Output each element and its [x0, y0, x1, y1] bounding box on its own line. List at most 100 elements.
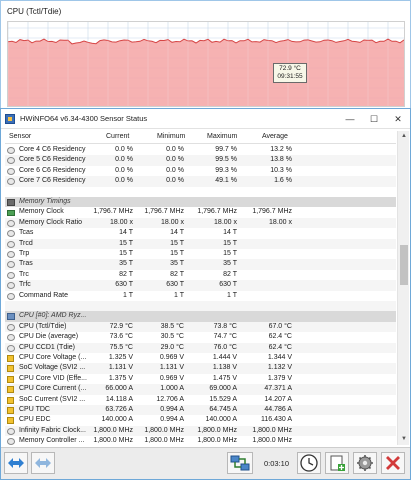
- current-value: 1,800.0 MHz: [93, 437, 133, 445]
- navigate-arrows-button[interactable]: [4, 452, 28, 474]
- scroll-up-icon[interactable]: ▲: [398, 131, 410, 142]
- sensor-row[interactable]: Trp 15 T 15 T 15 T: [5, 249, 396, 259]
- average-value: 62.4 °C: [268, 343, 292, 351]
- current-value: 140.000 A: [101, 416, 133, 424]
- sensor-row[interactable]: Trcd 15 T 15 T 15 T: [5, 238, 396, 249]
- maximum-value: 15 T: [223, 239, 237, 247]
- current-value: 0.0 %: [115, 177, 133, 185]
- header-average[interactable]: Average: [262, 133, 288, 140]
- graph-window[interactable]: CPU (Tctl/Tdie) 72.9 °C 09:31:55: [0, 0, 411, 110]
- vertical-scrollbar[interactable]: ▲ ▼: [397, 131, 409, 445]
- average-value: 13.8 %: [270, 156, 292, 164]
- maximum-value: 1,800.0 MHz: [197, 437, 237, 445]
- grp-cpu-icon: [7, 313, 15, 321]
- scroll-thumb[interactable]: [400, 245, 408, 285]
- sensor-row[interactable]: CPU TDC 63.726 A 0.994 A 64.745 A 44.786 A: [5, 405, 396, 416]
- sensor-row[interactable]: Command Rate 1 T1 T1 T: [5, 291, 396, 301]
- sensor-row[interactable]: Trc 82 T 82 T 82 T: [5, 270, 396, 280]
- maximum-value: 74.7 °C: [213, 333, 237, 341]
- header-maximum[interactable]: Maximum: [207, 133, 237, 140]
- sensor-group-row[interactable]: Memory Timings: [5, 197, 396, 208]
- circle-icon: [7, 282, 15, 290]
- scroll-down-icon[interactable]: ▼: [398, 434, 410, 445]
- maximum-value: 76.0 °C: [213, 343, 237, 351]
- average-value: 14.207 A: [264, 395, 292, 403]
- average-value: 1.6 %: [274, 177, 292, 185]
- header-minimum[interactable]: Minimum: [157, 133, 185, 140]
- clock-icon: [300, 454, 318, 472]
- cpu-icon: [7, 355, 14, 362]
- elapsed-time: 0:03:10: [264, 459, 290, 468]
- add-report-button[interactable]: [325, 452, 349, 474]
- sensor-row[interactable]: Tcas 14 T 14 T 14 T: [5, 228, 396, 238]
- sensor-row[interactable]: CPU Die (average) 73.6 °C 30.5 °C 74.7 °C 62…: [5, 332, 396, 342]
- network-button[interactable]: [227, 452, 253, 474]
- circle-icon: [7, 178, 15, 186]
- circle-icon: [7, 157, 15, 165]
- sensor-row[interactable]: CPU Core Current (... 66.000 A 1.000 A 69.0…: [5, 384, 396, 395]
- minimum-value: 0.969 V: [159, 374, 184, 382]
- sensor-row[interactable]: Core 7 C6 Residency 0.0 % 0.0 % 49.1 % 1.6 %: [5, 176, 396, 187]
- minimum-value: 0.0 %: [166, 177, 184, 185]
- sensor-row[interactable]: Tras 35 T 35 T 35 T: [5, 259, 396, 270]
- sensor-row[interactable]: CPU CCD1 (Tdie) 75.5 °C 29.0 °C 76.0 °C 62.4…: [5, 342, 396, 353]
- bottom-toolbar: 0:03:10: [1, 447, 410, 479]
- spacer-row: [5, 187, 396, 197]
- sensor-row[interactable]: Infinity Fabric Clock... 1,800.0 MHz 1,800…: [5, 425, 396, 437]
- sensor-row[interactable]: CPU EDC 140.000 A 0.994 A 140.000 A 116.430 …: [5, 415, 396, 425]
- sensor-row[interactable]: SoC Voltage (SVI2 ... 1.131 V 1.131 V 1.138…: [5, 363, 396, 374]
- current-value: 0.0 %: [115, 156, 133, 164]
- close-sensors-button[interactable]: [381, 452, 405, 474]
- average-value: 1,800.0 MHz: [252, 437, 292, 445]
- sensor-status-window[interactable]: HWiNFO64 v6.34-4300 Sensor Status — ☐ ✕ …: [0, 108, 411, 480]
- cpu-icon: [7, 365, 14, 373]
- window-title: HWiNFO64 v6.34-4300 Sensor Status: [20, 114, 148, 123]
- average-value: 62.4 °C: [268, 333, 292, 341]
- spacer-row: [5, 301, 396, 312]
- sensor-row[interactable]: Core 6 C6 Residency 0.0 % 0.0 % 99.3 % 10.3 …: [5, 166, 396, 176]
- sensor-row[interactable]: Core 4 C6 Residency 0.0 % 0.0 % 99.7 % 13.2 …: [5, 145, 396, 155]
- minimum-value: 82 T: [170, 270, 184, 278]
- maximum-value: 69.000 A: [209, 385, 237, 393]
- sensor-row[interactable]: CPU Core VID (Effe... 1.375 V 0.969 V 1.475…: [5, 374, 396, 384]
- circle-icon: [7, 240, 15, 248]
- sensor-row[interactable]: Core 5 C6 Residency 0.0 % 0.0 % 99.5 % 13.8 …: [5, 155, 396, 166]
- settings-button[interactable]: [353, 452, 377, 474]
- sensor-row[interactable]: CPU Core Voltage (... 1.325 V 0.969 V 1.444…: [5, 353, 396, 363]
- minimum-value: 15 T: [170, 239, 184, 247]
- clock-button[interactable]: [297, 452, 321, 474]
- circle-icon: [7, 167, 15, 175]
- current-value: 1,796.7 MHz: [93, 208, 133, 216]
- minimize-button[interactable]: —: [343, 112, 357, 126]
- graph-title: CPU (Tctl/Tdie): [7, 7, 62, 16]
- navigate-arrows-alt-button[interactable]: [31, 452, 55, 474]
- header-current[interactable]: Current: [106, 133, 129, 140]
- average-value: 13.2 %: [270, 146, 292, 153]
- maximum-value: 630 T: [219, 281, 237, 289]
- double-arrow-icon: [8, 458, 24, 468]
- maximize-button[interactable]: ☐: [367, 112, 381, 126]
- close-button[interactable]: ✕: [391, 112, 405, 126]
- current-value: 0.0 %: [115, 146, 133, 153]
- sensor-row[interactable]: Memory Controller ... 1,800.0 MHz 1,800.0 …: [5, 436, 396, 445]
- average-value: 1.344 V: [267, 354, 292, 361]
- sensor-row[interactable]: Memory Clock Ratio 18.00 x 18.00 x 18.00 x1…: [5, 217, 396, 229]
- sensor-row[interactable]: SoC Current (SVI2 ... 14.118 A 12.706 A 15.…: [5, 395, 396, 405]
- header-sensor[interactable]: Sensor: [9, 133, 31, 140]
- average-value: 116.430 A: [260, 416, 292, 424]
- cpu-icon: [7, 417, 14, 425]
- maximum-value: 1 T: [227, 291, 237, 299]
- temperature-graph-plot: [8, 22, 404, 106]
- minimum-value: 1.000 A: [160, 385, 184, 393]
- temperature-graph[interactable]: [7, 21, 405, 107]
- current-value: 1,800.0 MHz: [93, 426, 133, 434]
- sensor-row[interactable]: Memory Clock 1,796.7 MHz 1,796.7 MHz 1,796.…: [5, 207, 396, 217]
- minimum-value: 35 T: [170, 260, 184, 268]
- sensor-table[interactable]: Core 4 C6 Residency 0.0 % 0.0 % 99.7 % 13.2 …: [5, 145, 396, 445]
- circle-icon: [7, 438, 15, 445]
- maximum-value: 140.000 A: [205, 416, 237, 424]
- sensor-row[interactable]: CPU (Tctl/Tdie) 72.9 °C 38.5 °C 73.8 °C 67.0…: [5, 321, 396, 333]
- sensor-group-row[interactable]: CPU [#0]: AMD Ryz...: [5, 311, 396, 322]
- sensor-row[interactable]: Trfc 630 T 630 T 630 T: [5, 280, 396, 291]
- title-bar[interactable]: HWiNFO64 v6.34-4300 Sensor Status — ☐ ✕: [1, 109, 410, 129]
